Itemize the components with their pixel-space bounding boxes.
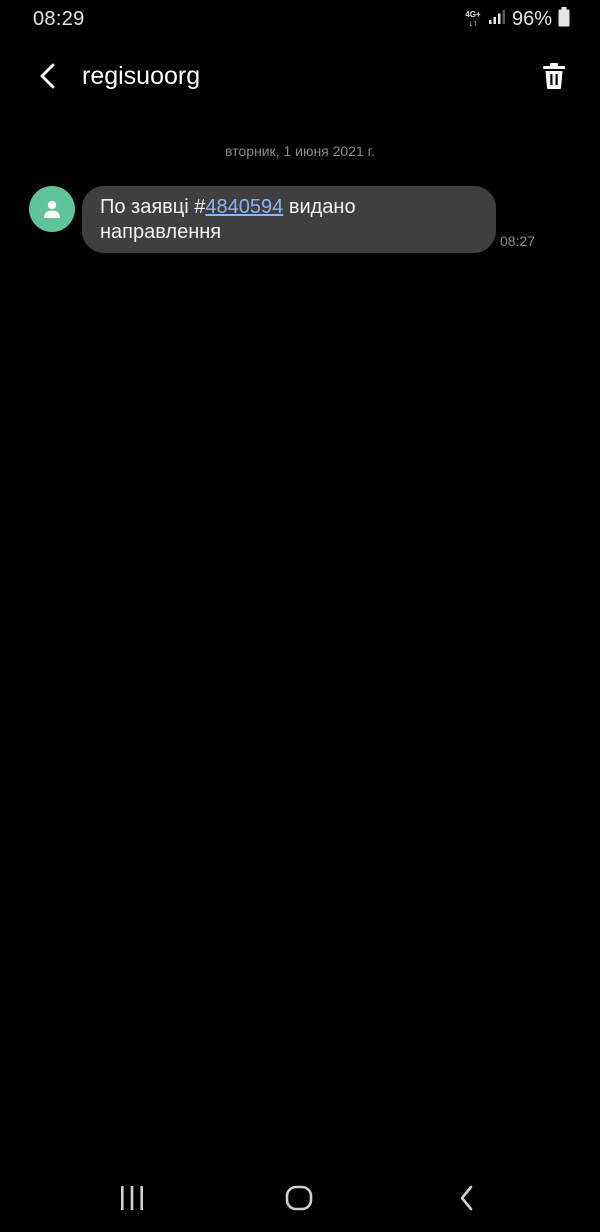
- battery-icon: [558, 7, 570, 32]
- back-icon: [460, 1185, 473, 1211]
- contact-title: regisuoorg: [82, 62, 201, 90]
- status-time: 08:29: [33, 8, 85, 30]
- avatar[interactable]: [29, 186, 75, 232]
- battery-percent: 96%: [511, 8, 552, 30]
- recent-apps-icon: [121, 1186, 143, 1210]
- delete-button[interactable]: [534, 56, 574, 96]
- back-button[interactable]: [28, 56, 68, 96]
- signal-icon: [488, 9, 506, 30]
- message-text-before: По заявці #: [100, 196, 206, 218]
- person-icon: [44, 200, 60, 218]
- status-icons: 4G+ ↓↑ 96%: [464, 7, 570, 32]
- message-time: 08:27: [500, 233, 536, 249]
- order-number-link[interactable]: 4840594: [205, 196, 283, 218]
- status-bar: 08:29 4G+ ↓↑ 96%: [0, 0, 600, 40]
- network-type-indicator: 4G+ ↓↑: [464, 11, 482, 28]
- home-icon: [285, 1185, 313, 1211]
- message-bubble[interactable]: По заявці #4840594 видано направлення: [82, 186, 496, 253]
- trash-icon: [543, 63, 565, 89]
- navigation-bar: [0, 1168, 600, 1232]
- app-bar: regisuoorg: [0, 48, 600, 106]
- date-divider: вторник, 1 июня 2021 г.: [225, 143, 375, 159]
- home-button[interactable]: [279, 1182, 319, 1214]
- recent-apps-button[interactable]: [112, 1182, 152, 1214]
- nav-back-button[interactable]: [447, 1182, 487, 1214]
- data-activity-icon: ↓↑: [468, 18, 478, 28]
- back-arrow-icon: [40, 63, 55, 89]
